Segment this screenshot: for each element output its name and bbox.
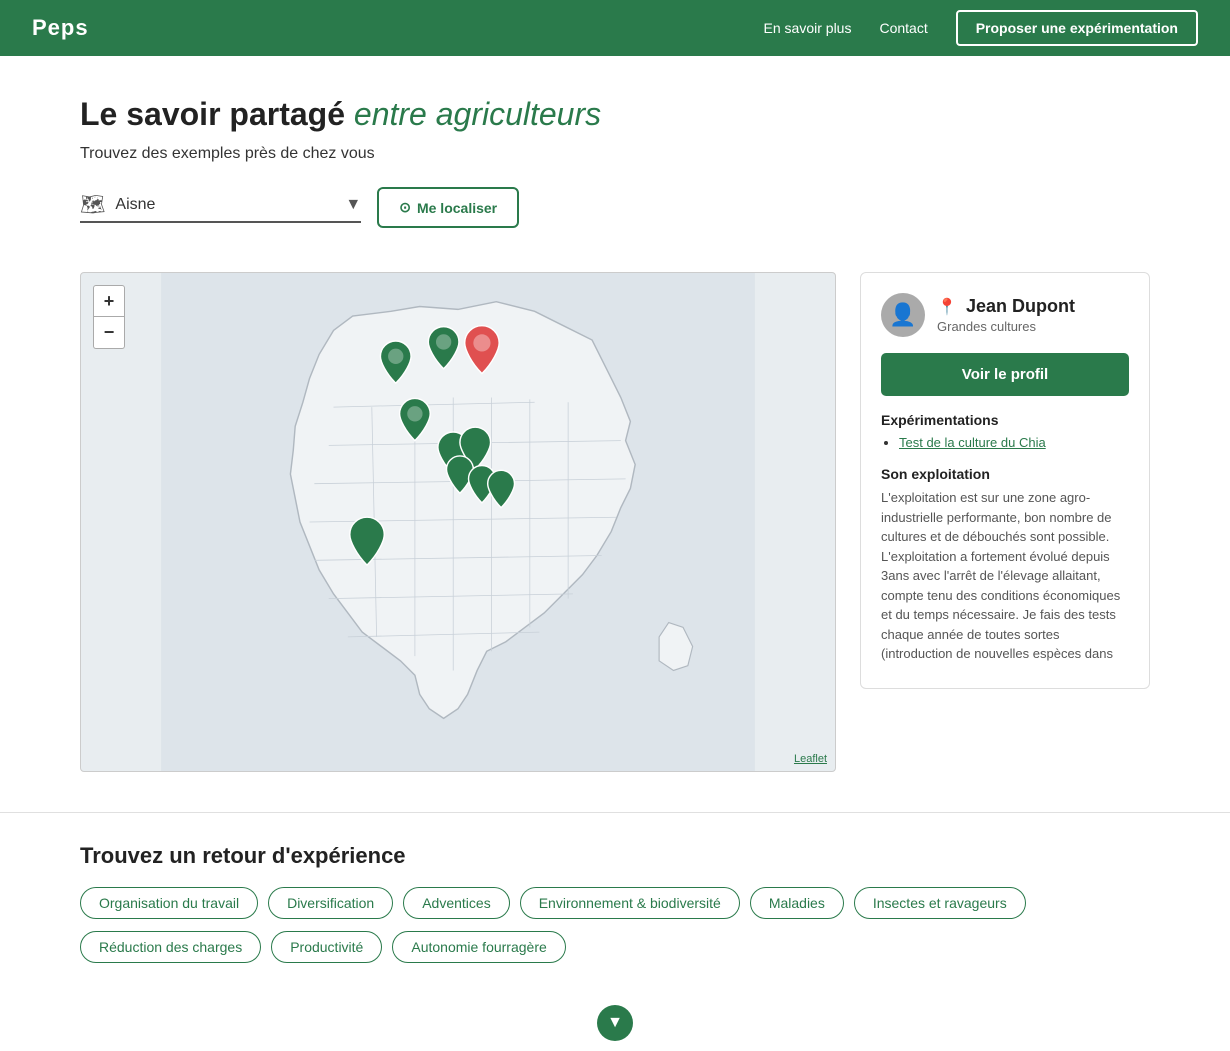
hero-section: Le savoir partagé entre agriculteurs Tro… [0,56,1230,272]
leaflet-attribution[interactable]: Leaflet [794,753,827,765]
exp-link[interactable]: Test de la culture du Chia [899,435,1046,450]
profile-type: Grandes cultures [937,319,1075,334]
tags-row-2: Réduction des charges Productivité Auton… [80,931,1150,963]
avatar: 👤 [881,293,925,337]
navbar: Peps En savoir plus Contact Proposer une… [0,0,1230,56]
tag-maladies[interactable]: Maladies [750,887,844,919]
zoom-in-button[interactable]: + [93,285,125,317]
main-content: + − [0,272,1230,812]
tag-diversification[interactable]: Diversification [268,887,393,919]
exp-list: Test de la culture du Chia [881,434,1129,452]
nav-cta-button[interactable]: Proposer une expérimentation [956,10,1198,46]
localize-label: Me localiser [417,200,497,216]
location-select[interactable]: Aisne Ain Allier Alpes-de-Haute-Provence… [115,196,335,213]
tag-environnement[interactable]: Environnement & biodiversité [520,887,740,919]
profile-header: 👤 📍 Jean Dupont Grandes cultures [881,293,1129,337]
tag-autonomie[interactable]: Autonomie fourragère [392,931,565,963]
tag-insectes[interactable]: Insectes et ravageurs [854,887,1026,919]
bottom-arrow-section: ▼ [0,995,1230,1051]
map-filter-icon: 🗺 [80,192,105,217]
scroll-down-button[interactable]: ▼ [597,1005,633,1041]
profile-name: 📍 Jean Dupont [937,296,1075,317]
location-selector-wrapper: 🗺 Aisne Ain Allier Alpes-de-Haute-Proven… [80,192,361,223]
tag-reduction[interactable]: Réduction des charges [80,931,261,963]
chevron-down-icon: ▼ [607,1014,623,1032]
hero-title-static: Le savoir partagé [80,96,345,132]
view-profile-button[interactable]: Voir le profil [881,353,1129,396]
tag-organisation[interactable]: Organisation du travail [80,887,258,919]
search-row: 🗺 Aisne Ain Allier Alpes-de-Haute-Proven… [80,187,1150,228]
hero-title-italic: entre agriculteurs [354,96,601,132]
profile-card: 👤 📍 Jean Dupont Grandes cultures Voir le… [860,272,1150,689]
hero-title: Le savoir partagé entre agriculteurs [80,96,1150,133]
tag-productivite[interactable]: Productivité [271,931,382,963]
france-svg [81,273,835,771]
brand-logo[interactable]: Peps [32,15,89,41]
experience-title: Trouvez un retour d'expérience [80,843,1150,869]
profile-info: 📍 Jean Dupont Grandes cultures [937,296,1075,334]
hero-subtitle: Trouvez des exemples près de chez vous [80,145,1150,163]
pin-icon: 📍 [937,299,957,316]
nav-link-contact[interactable]: Contact [879,20,927,36]
localize-icon: ⊙ [399,199,411,216]
map-container: + − [80,272,836,772]
tag-adventices[interactable]: Adventices [403,887,509,919]
exploit-text: L'exploitation est sur une zone agro-ind… [881,488,1129,668]
zoom-out-button[interactable]: − [93,317,125,349]
chevron-down-icon: ▼ [345,196,361,214]
tags-row-1: Organisation du travail Diversification … [80,887,1150,919]
experimentations-title: Expérimentations [881,412,1129,428]
nav-links: En savoir plus Contact Proposer une expé… [764,10,1198,46]
experience-section: Trouvez un retour d'expérience Organisat… [0,812,1230,995]
nav-link-savoir[interactable]: En savoir plus [764,20,852,36]
map-controls: + − [93,285,125,349]
localize-button[interactable]: ⊙ Me localiser [377,187,519,228]
exploit-title: Son exploitation [881,466,1129,482]
